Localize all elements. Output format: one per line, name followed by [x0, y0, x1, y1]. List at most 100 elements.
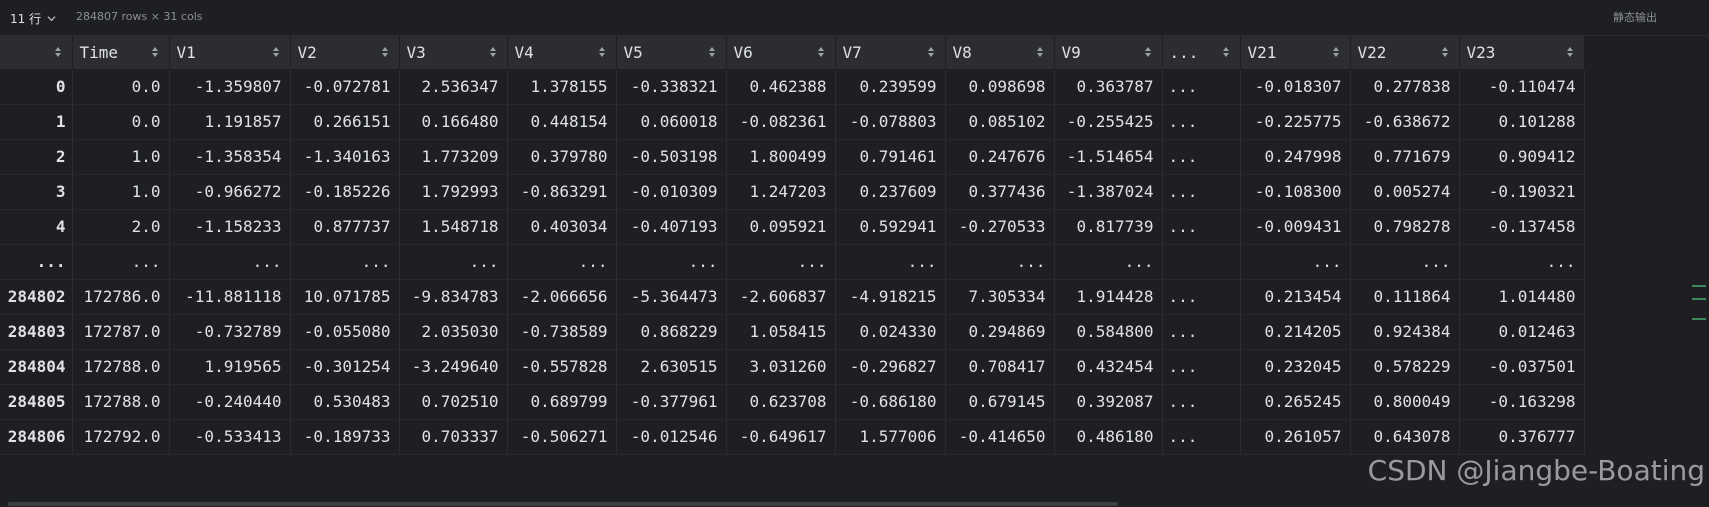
sort-icon[interactable] — [1144, 45, 1152, 59]
ellipsis-cell[interactable]: ... — [1162, 384, 1241, 420]
table-cell[interactable]: 1.548718 — [399, 209, 508, 245]
table-cell[interactable]: 0.377436 — [945, 174, 1055, 210]
table-cell[interactable]: -0.649617 — [726, 419, 836, 455]
table-cell[interactable]: -0.270533 — [945, 209, 1055, 245]
table-cell[interactable]: 0.237609 — [835, 174, 946, 210]
column-header[interactable]: V3 — [399, 36, 508, 70]
table-cell[interactable]: 1.058415 — [726, 314, 836, 350]
sort-icon[interactable] — [817, 45, 825, 59]
table-cell[interactable]: 3.031260 — [726, 349, 836, 385]
table-cell[interactable]: 0.101288 — [1459, 104, 1585, 140]
table-cell[interactable]: 0.213454 — [1240, 279, 1351, 315]
table-cell[interactable]: 1.0 — [72, 174, 170, 210]
table-cell[interactable]: 0.708417 — [945, 349, 1055, 385]
table-cell[interactable]: -5.364473 — [616, 279, 727, 315]
table-cell[interactable]: 0.098698 — [945, 69, 1055, 105]
table-cell[interactable]: -9.834783 — [399, 279, 508, 315]
table-cell[interactable]: -0.012546 — [616, 419, 727, 455]
table-cell[interactable]: 2.0 — [72, 209, 170, 245]
column-header[interactable]: V7 — [835, 36, 946, 70]
table-cell[interactable]: 0.232045 — [1240, 349, 1351, 385]
table-cell[interactable]: 1.191857 — [169, 104, 291, 140]
table-cell[interactable]: 0.247676 — [945, 139, 1055, 175]
table-cell[interactable]: -0.189733 — [290, 419, 400, 455]
sort-icon[interactable] — [1441, 45, 1449, 59]
table-cell[interactable]: -0.863291 — [507, 174, 617, 210]
table-cell[interactable]: 0.530483 — [290, 384, 400, 420]
column-header[interactable]: V2 — [290, 36, 400, 70]
table-cell[interactable]: 0.868229 — [616, 314, 727, 350]
column-header[interactable]: V22 — [1350, 36, 1460, 70]
table-cell[interactable]: -0.533413 — [169, 419, 291, 455]
table-row[interactable]: 0 0.0 -1.359807 -0.072781 2.536347 1.378155 -0… — [0, 69, 1585, 105]
table-cell[interactable]: -0.163298 — [1459, 384, 1585, 420]
column-header[interactable]: V8 — [945, 36, 1055, 70]
table-row[interactable]: 1 0.0 1.191857 0.266151 0.166480 0.448154 0.06… — [0, 104, 1585, 140]
table-cell[interactable]: ... — [72, 244, 170, 280]
sort-icon[interactable] — [708, 45, 716, 59]
table-cell[interactable]: -0.503198 — [616, 139, 727, 175]
table-cell[interactable]: 1.014480 — [1459, 279, 1585, 315]
sort-icon[interactable] — [927, 45, 935, 59]
table-row[interactable]: 284806 172792.0 -0.533413 -0.189733 0.703337… — [0, 419, 1585, 455]
table-cell[interactable]: 0.877737 — [290, 209, 400, 245]
ellipsis-cell[interactable]: ... — [1162, 209, 1241, 245]
table-cell[interactable]: 10.071785 — [290, 279, 400, 315]
table-cell[interactable]: -0.110474 — [1459, 69, 1585, 105]
table-cell[interactable]: -2.066656 — [507, 279, 617, 315]
table-cell[interactable]: 0.363787 — [1054, 69, 1163, 105]
table-cell[interactable]: 0.266151 — [290, 104, 400, 140]
table-cell[interactable]: 0.592941 — [835, 209, 946, 245]
table-cell[interactable]: -0.557828 — [507, 349, 617, 385]
ellipsis-cell[interactable]: ... — [1162, 104, 1241, 140]
ellipsis-cell[interactable]: ... — [1162, 279, 1241, 315]
sort-icon[interactable] — [1222, 45, 1230, 59]
row-index[interactable]: 3 — [0, 174, 73, 210]
table-cell[interactable]: -0.686180 — [835, 384, 946, 420]
table-cell[interactable]: -0.082361 — [726, 104, 836, 140]
table-cell[interactable]: 1.577006 — [835, 419, 946, 455]
table-row[interactable]: 284803 172787.0 -0.732789 -0.055080 2.035030… — [0, 314, 1585, 350]
table-cell[interactable]: 2.630515 — [616, 349, 727, 385]
table-cell[interactable]: 0.239599 — [835, 69, 946, 105]
table-cell[interactable]: 0.800049 — [1350, 384, 1460, 420]
table-row[interactable]: 4 2.0 -1.158233 0.877737 1.548718 0.403034 -0.… — [0, 209, 1585, 245]
table-cell[interactable]: -0.078803 — [835, 104, 946, 140]
sort-icon[interactable] — [489, 45, 497, 59]
table-cell[interactable]: 1.914428 — [1054, 279, 1163, 315]
table-cell[interactable]: -0.338321 — [616, 69, 727, 105]
sort-icon[interactable] — [151, 45, 159, 59]
table-cell[interactable]: -0.010309 — [616, 174, 727, 210]
table-cell[interactable]: 1.792993 — [399, 174, 508, 210]
table-cell[interactable]: 0.376777 — [1459, 419, 1585, 455]
table-cell[interactable]: 1.378155 — [507, 69, 617, 105]
table-cell[interactable]: 0.798278 — [1350, 209, 1460, 245]
table-cell[interactable]: -0.108300 — [1240, 174, 1351, 210]
table-cell[interactable]: 1.0 — [72, 139, 170, 175]
ellipsis-cell[interactable]: ... — [1162, 314, 1241, 350]
table-cell[interactable]: 0.643078 — [1350, 419, 1460, 455]
table-cell[interactable]: 0.0 — [72, 104, 170, 140]
table-cell[interactable]: 0.679145 — [945, 384, 1055, 420]
table-cell[interactable]: -0.506271 — [507, 419, 617, 455]
ellipsis-cell[interactable]: ... — [1162, 349, 1241, 385]
table-cell[interactable]: -0.301254 — [290, 349, 400, 385]
table-cell[interactable]: 0.294869 — [945, 314, 1055, 350]
row-index[interactable]: 4 — [0, 209, 73, 245]
table-cell[interactable]: 0.392087 — [1054, 384, 1163, 420]
table-cell[interactable]: 0.771679 — [1350, 139, 1460, 175]
row-index[interactable]: 284804 — [0, 349, 73, 385]
table-cell[interactable]: 1.773209 — [399, 139, 508, 175]
table-cell[interactable]: -1.340163 — [290, 139, 400, 175]
row-index[interactable]: 284802 — [0, 279, 73, 315]
table-cell[interactable]: ... — [1054, 244, 1163, 280]
table-cell[interactable]: 0.261057 — [1240, 419, 1351, 455]
table-cell[interactable]: ... — [507, 244, 617, 280]
table-cell[interactable]: 0.379780 — [507, 139, 617, 175]
sort-icon[interactable] — [381, 45, 389, 59]
table-cell[interactable]: ... — [616, 244, 727, 280]
column-header[interactable]: V6 — [726, 36, 836, 70]
table-cell[interactable]: -1.358354 — [169, 139, 291, 175]
table-cell[interactable]: ... — [1350, 244, 1460, 280]
table-cell[interactable]: 0.584800 — [1054, 314, 1163, 350]
